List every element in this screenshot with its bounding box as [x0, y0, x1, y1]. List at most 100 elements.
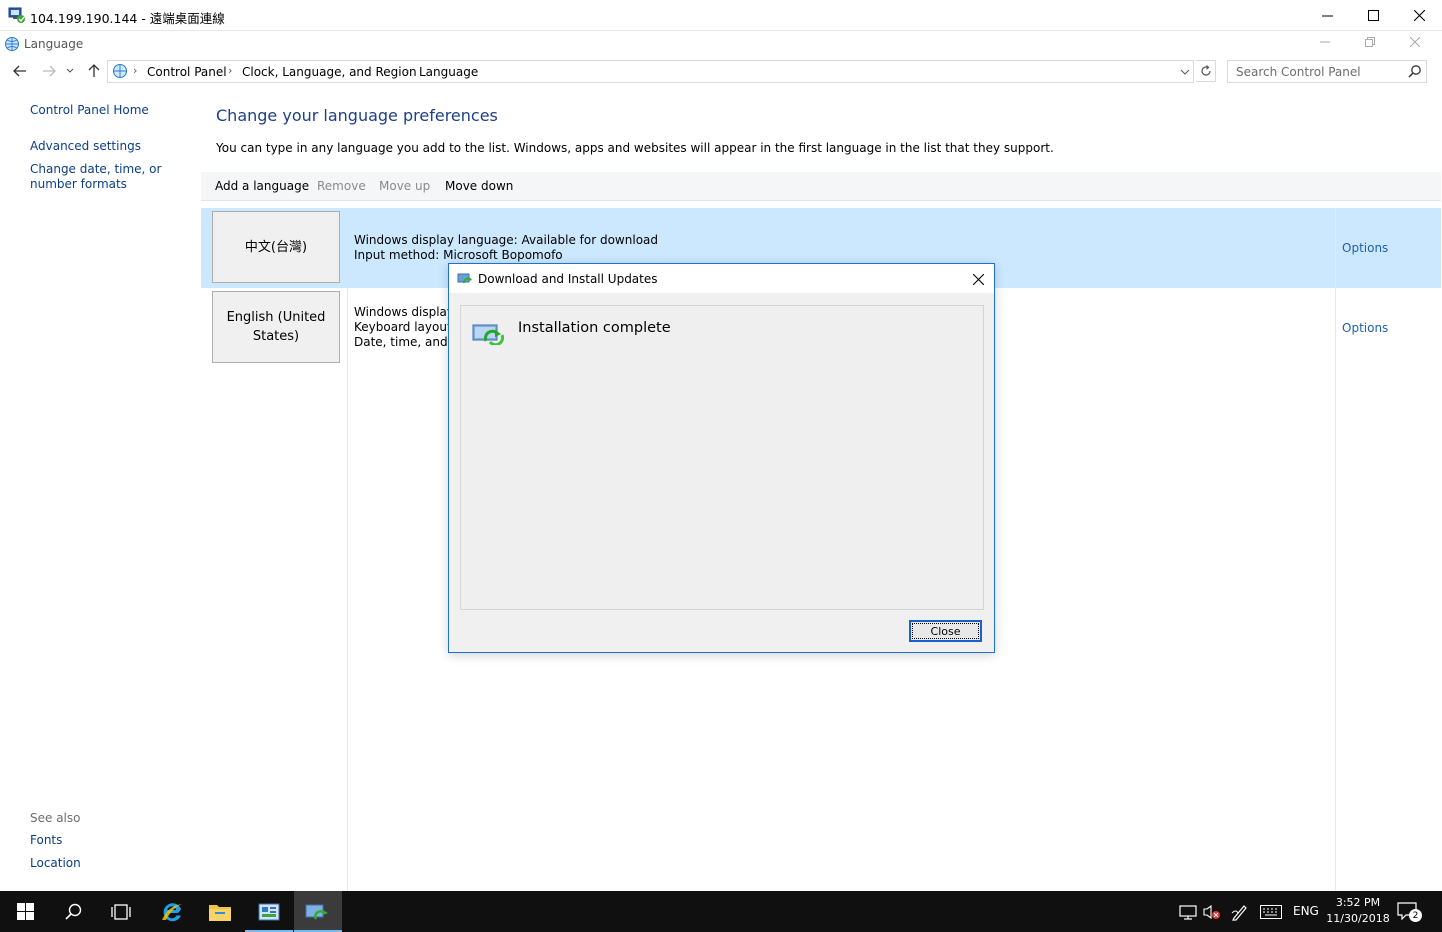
up-arrow-icon	[88, 64, 100, 77]
maximize-icon	[1367, 10, 1379, 21]
keyboard-icon	[1260, 905, 1282, 919]
language-details: Windows display language: Available for …	[354, 233, 658, 263]
control-panel-icon	[113, 64, 127, 78]
installation-status: Installation complete	[518, 320, 671, 336]
recent-locations-button[interactable]	[63, 61, 77, 81]
dialog-close-button[interactable]: Close	[909, 620, 982, 642]
close-icon	[1413, 10, 1425, 21]
clock[interactable]: 3:52 PM 11/30/2018	[1322, 895, 1394, 927]
forward-button[interactable]	[39, 61, 59, 81]
internet-explorer-button[interactable]	[148, 891, 196, 932]
left-navigation-pane: Control Panel Home Advanced settings Cha…	[0, 85, 200, 891]
minimize-button[interactable]	[1304, 0, 1350, 31]
network-icon	[1179, 905, 1197, 920]
move-down-button[interactable]: Move down	[445, 179, 513, 193]
change-date-time-formats-link[interactable]: Change date, time, or number formats	[30, 162, 195, 192]
restore-icon	[1365, 37, 1375, 47]
control-panel-taskbar-button[interactable]	[245, 891, 293, 932]
language-globe-icon	[5, 37, 19, 51]
language-tile[interactable]: 中文(台灣)	[212, 211, 340, 283]
dialog-close-x-button[interactable]	[964, 267, 992, 291]
breadcrumb-language[interactable]: Language	[419, 65, 478, 79]
search-taskbar-button[interactable]	[49, 891, 97, 932]
internet-explorer-icon	[162, 902, 182, 921]
language-detail-line: Windows display language: Available for …	[354, 233, 659, 247]
touch-keyboard-icon[interactable]	[1259, 903, 1283, 921]
dialog-content-panel: Installation complete	[460, 305, 984, 610]
dialog-titlebar[interactable]: Download and Install Updates	[449, 264, 994, 293]
download-install-dialog: Download and Install Updates Installatio…	[448, 263, 995, 653]
taskbar: ENG 3:52 PM 11/30/2018 2	[0, 891, 1442, 932]
location-link[interactable]: Location	[30, 856, 195, 871]
close-button[interactable]	[1396, 0, 1442, 31]
volume-muted-icon[interactable]	[1202, 903, 1222, 921]
rdp-window-title: 104.199.190.144 - 遠端桌面連線	[30, 11, 225, 26]
breadcrumb-separator: ›	[228, 64, 233, 77]
inner-restore-button[interactable]	[1347, 31, 1393, 53]
volume-muted-icon	[1203, 904, 1220, 920]
back-arrow-icon	[13, 65, 26, 77]
pen-icon	[1231, 905, 1247, 921]
remote-desktop-icon	[8, 7, 25, 23]
minimize-icon	[1320, 41, 1330, 43]
breadcrumb-control-panel[interactable]: Control Panel	[147, 65, 227, 79]
forward-arrow-icon	[43, 65, 56, 77]
clock-time: 3:52 PM	[1335, 896, 1381, 909]
navigation-bar: › Control Panel › Clock, Language, and R…	[0, 57, 1442, 85]
page-title: Change your language preferences	[216, 106, 498, 125]
network-icon[interactable]	[1178, 903, 1198, 921]
up-button[interactable]	[84, 61, 104, 81]
inner-minimize-button[interactable]	[1302, 31, 1348, 53]
address-dropdown-button[interactable]	[1178, 64, 1192, 80]
breadcrumb-separator: ›	[133, 64, 138, 77]
move-up-button[interactable]: Move up	[379, 179, 430, 193]
chevron-down-icon	[66, 68, 74, 73]
inner-window-header: Language	[0, 31, 1442, 57]
dialog-title: Download and Install Updates	[478, 272, 658, 286]
minimize-icon	[1321, 15, 1333, 17]
language-options-link[interactable]: Options	[1342, 321, 1388, 335]
add-language-button[interactable]: Add a language	[215, 179, 309, 193]
refresh-button[interactable]	[1196, 60, 1216, 82]
update-dialog-taskbar-button[interactable]	[294, 891, 342, 932]
page-description: You can type in any language you add to …	[216, 141, 1054, 155]
search-input[interactable]	[1228, 61, 1404, 82]
file-explorer-button[interactable]	[196, 891, 244, 932]
address-bar[interactable]: › Control Panel › Clock, Language, and R…	[107, 60, 1194, 83]
language-tile[interactable]: English (United States)	[212, 291, 340, 363]
update-icon	[457, 273, 472, 284]
control-panel-home-link[interactable]: Control Panel Home	[30, 103, 195, 118]
breadcrumb-separator: ›	[405, 64, 410, 77]
search-icon[interactable]	[1408, 64, 1422, 78]
language-detail-line: Input method: Microsoft Bopomofo	[354, 248, 563, 262]
folder-icon	[209, 904, 231, 921]
language-options-link[interactable]: Options	[1342, 241, 1388, 255]
see-also-label: See also	[30, 811, 81, 825]
update-icon	[305, 904, 328, 920]
close-icon	[972, 273, 984, 285]
search-box[interactable]	[1227, 60, 1427, 83]
start-button[interactable]	[1, 891, 49, 932]
remove-button[interactable]: Remove	[317, 179, 366, 193]
advanced-settings-link[interactable]: Advanced settings	[30, 139, 195, 154]
input-language-indicator[interactable]: ENG	[1293, 904, 1319, 918]
chevron-down-icon	[1180, 69, 1190, 75]
task-view-button[interactable]	[97, 891, 145, 932]
windows-start-icon	[16, 903, 34, 920]
maximize-button[interactable]	[1350, 0, 1396, 31]
inner-window-title: Language	[24, 37, 84, 51]
close-icon	[1410, 37, 1420, 47]
inner-close-button[interactable]	[1392, 31, 1438, 53]
fonts-link[interactable]: Fonts	[30, 833, 195, 848]
control-panel-icon	[258, 903, 280, 920]
task-view-icon	[111, 903, 131, 920]
column-divider	[347, 288, 348, 891]
language-toolbar: Add a language Remove Move up Move down	[201, 172, 1441, 201]
breadcrumb-clock-language-region[interactable]: Clock, Language, and Region	[242, 65, 417, 79]
refresh-icon	[1200, 65, 1211, 76]
pen-icon[interactable]	[1230, 903, 1250, 921]
action-center-button[interactable]: 2	[1397, 902, 1423, 922]
search-icon	[64, 903, 81, 920]
notification-count-badge: 2	[1409, 909, 1422, 922]
back-button[interactable]	[10, 61, 30, 81]
